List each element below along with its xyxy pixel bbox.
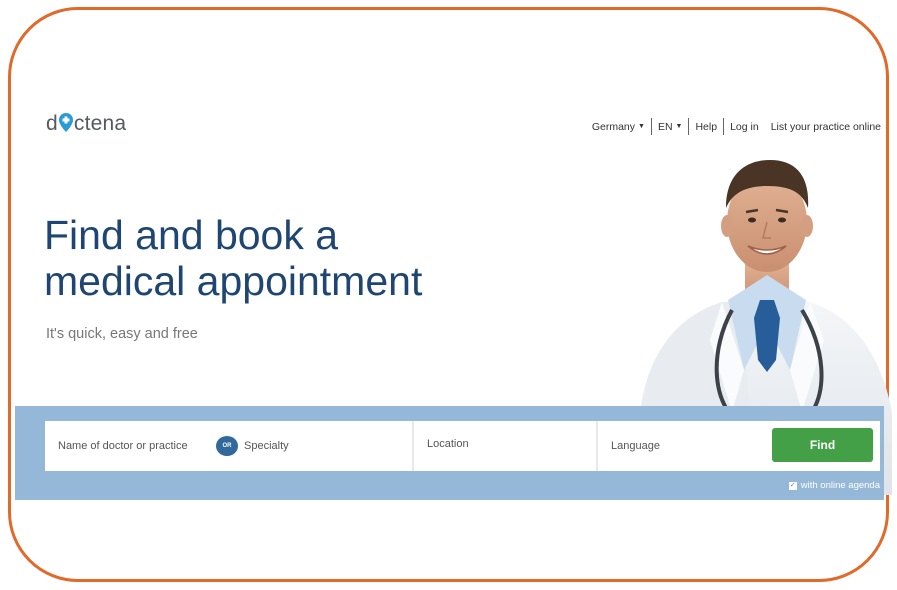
country-label: Germany [591,120,635,133]
location-input[interactable]: Location [412,421,596,471]
list-practice-link[interactable]: List your practice online [765,121,887,133]
logo-text-end: ctena [73,111,127,135]
location-pin-icon [58,113,73,138]
online-agenda-label: with online agenda [800,480,880,491]
or-separator: OR [216,421,238,471]
checkbox-checked-icon[interactable]: ✓ [788,481,797,490]
country-selector[interactable]: Germany ▼ [586,121,651,133]
online-agenda-filter[interactable]: ✓ with online agenda [788,480,880,491]
language-selector[interactable]: EN ▼ [652,121,689,133]
headline-line-2: medical appointment [44,258,423,304]
hero-headline: Find and book a medical appointment [44,212,422,304]
doctena-logo[interactable]: d ctena [46,111,126,136]
caret-down-icon: ▼ [675,123,683,130]
hero-tagline: It's quick, easy and free [46,326,198,342]
doctor-name-input[interactable]: Name of doctor or practice [45,421,217,471]
language-label: EN [657,120,673,133]
top-navigation: Germany ▼ EN ▼ Help Log in List your pra… [586,118,887,135]
search-bar: Name of doctor or practice OR Specialty … [45,421,886,471]
specialty-input[interactable]: Specialty [230,421,412,471]
language-input[interactable]: Language [596,421,772,471]
login-link[interactable]: Log in [724,121,765,133]
caret-down-icon: ▼ [638,123,645,130]
find-button[interactable]: Find [772,428,873,462]
or-badge: OR [216,436,238,456]
help-link[interactable]: Help [689,121,723,133]
find-button-container: Find [772,421,880,471]
logo-text-start: d [46,111,58,135]
headline-line-1: Find and book a [44,212,339,258]
